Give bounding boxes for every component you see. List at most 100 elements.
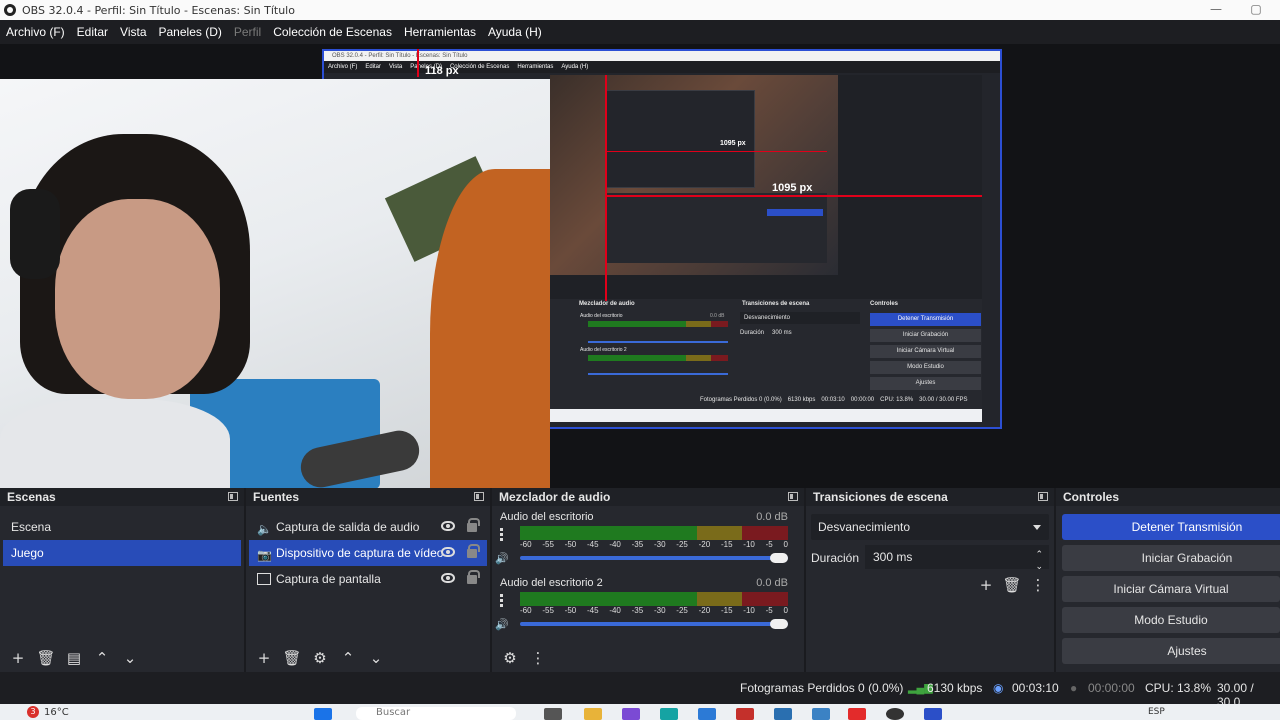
start-recording-button[interactable]: Iniciar Grabación: [1062, 545, 1280, 571]
measure-label-right: 1095 px: [772, 182, 813, 194]
volume-slider-handle[interactable]: [770, 553, 788, 563]
lock-icon[interactable]: [467, 570, 480, 584]
obs-taskbar-icon[interactable]: [886, 708, 904, 720]
menu-editar[interactable]: Editar: [71, 25, 114, 39]
guide-horizontal-small: [605, 151, 827, 152]
kebab-menu-icon[interactable]: [500, 528, 504, 542]
status-bar: Fotogramas Perdidos 0 (0.0%) ▂▄▆ 6130 kb…: [0, 672, 1280, 709]
app-icon[interactable]: [812, 708, 830, 720]
menu-coleccion-escenas[interactable]: Colección de Escenas: [267, 25, 398, 39]
advanced-audio-gear-icon[interactable]: ⚙: [498, 647, 522, 669]
youtube-icon[interactable]: [848, 708, 866, 720]
nested-btn-stream: Detener Transmisión: [870, 313, 981, 326]
settings-button[interactable]: Ajustes: [1062, 638, 1280, 664]
lock-icon[interactable]: [467, 544, 480, 558]
taskbar-search[interactable]: Buscar: [356, 707, 516, 720]
maximize-icon[interactable]: ▢: [1236, 0, 1276, 20]
undock-icon[interactable]: [474, 492, 484, 501]
kebab-menu-icon[interactable]: ⋮: [526, 647, 550, 669]
add-icon[interactable]: +: [974, 574, 998, 596]
nested-status-kbps: 6130 kbps: [787, 397, 816, 403]
trash-icon[interactable]: 🗑: [34, 647, 58, 669]
studio-mode-button[interactable]: Modo Estudio: [1062, 607, 1280, 633]
undock-icon[interactable]: [228, 492, 238, 501]
nested-status-fps: 30.00 / 30.00 FPS: [919, 397, 968, 403]
speaker-icon[interactable]: 🔊: [495, 618, 509, 631]
eye-icon[interactable]: [441, 547, 455, 557]
language-indicator[interactable]: ESP: [1148, 707, 1165, 717]
trash-icon[interactable]: 🗑: [1000, 574, 1024, 596]
gear-icon[interactable]: ⚙: [308, 647, 332, 669]
tick-label: -30: [653, 540, 666, 549]
add-icon[interactable]: +: [6, 647, 30, 669]
add-icon[interactable]: +: [252, 647, 276, 669]
start-virtual-camera-button[interactable]: Iniciar Cámara Virtual: [1062, 576, 1280, 602]
filter-icon[interactable]: ▤: [62, 647, 86, 669]
transition-select[interactable]: Desvanecimiento: [811, 514, 1049, 540]
lock-icon[interactable]: [467, 518, 480, 532]
trash-icon[interactable]: 🗑: [280, 647, 304, 669]
nested-channel-2: Audio del escritorio 2: [580, 347, 627, 353]
tick-label: -40: [609, 606, 621, 615]
tick-label: -55: [542, 540, 554, 549]
stop-streaming-button[interactable]: Detener Transmisión: [1062, 514, 1280, 540]
edge-icon[interactable]: [660, 708, 678, 720]
minimize-icon[interactable]: —: [1196, 0, 1236, 20]
speaker-icon[interactable]: 🔊: [495, 552, 509, 565]
webcam-capture-source[interactable]: [0, 79, 550, 488]
menu-paneles[interactable]: Paneles (D): [153, 25, 228, 39]
task-view-icon[interactable]: [544, 708, 562, 720]
source-label: Captura de pantalla: [276, 572, 381, 586]
guide-vertical: [605, 75, 607, 301]
tick-label: -10: [743, 540, 755, 549]
scene-item-juego[interactable]: Juego: [3, 540, 241, 566]
eye-icon[interactable]: [441, 521, 455, 531]
undock-icon[interactable]: [788, 492, 798, 501]
tick-label: -20: [698, 606, 711, 615]
weather-temperature[interactable]: 16°C: [44, 707, 69, 718]
sources-header: Fuentes: [246, 488, 490, 506]
mixer-header: Mezclador de audio: [492, 488, 804, 506]
app-icon[interactable]: [924, 708, 942, 720]
menu-archivo[interactable]: Archivo (F): [0, 25, 71, 39]
kebab-menu-icon[interactable]: ⋮: [1026, 574, 1050, 596]
nested-menu-item: Herramientas: [517, 64, 554, 70]
preview-canvas[interactable]: OBS 32.0.4 - Perfil: Sin Título - Escena…: [0, 44, 1280, 488]
second-person: [430, 169, 550, 488]
undock-icon[interactable]: [1038, 492, 1048, 501]
source-item-video-capture[interactable]: 📷 Dispositivo de captura de vídeo: [249, 540, 487, 566]
menu-herramientas[interactable]: Herramientas: [398, 25, 482, 39]
source-item-audio-output[interactable]: 🔈 Captura de salida de audio: [249, 514, 487, 540]
sources-list: 🔈 Captura de salida de audio 📷 Dispositivo…: [246, 506, 490, 592]
gmail-icon[interactable]: [736, 708, 754, 720]
app-icon[interactable]: [622, 708, 640, 720]
tick-label: -45: [586, 606, 599, 615]
move-up-icon[interactable]: ⌃: [90, 647, 114, 669]
app-icon[interactable]: [774, 708, 792, 720]
windows-taskbar: 3 16°C Buscar ESP: [0, 704, 1280, 720]
move-down-icon[interactable]: ⌄: [364, 647, 388, 669]
file-explorer-icon[interactable]: [584, 708, 602, 720]
tick-label: -35: [631, 540, 644, 549]
nested-status-dropped: Fotogramas Perdidos 0 (0.0%): [700, 397, 782, 403]
move-up-icon[interactable]: ⌃: [336, 647, 360, 669]
volume-slider[interactable]: [520, 553, 788, 563]
nested-obs-window: Mezclador de audio Transiciones de escen…: [550, 75, 982, 422]
menu-perfil[interactable]: Perfil: [228, 25, 267, 39]
source-item-display-capture[interactable]: Captura de pantalla: [249, 566, 487, 592]
nested-meter-1: [588, 321, 728, 327]
eye-icon[interactable]: [441, 573, 455, 583]
scene-item-escena[interactable]: Escena: [3, 514, 241, 540]
nested-menu-item: Vista: [389, 64, 403, 70]
windows-start-icon[interactable]: [314, 708, 332, 720]
menu-bar: Archivo (F) Editar Vista Paneles (D) Per…: [0, 20, 1280, 44]
vscode-icon[interactable]: [698, 708, 716, 720]
menu-ayuda[interactable]: Ayuda (H): [482, 25, 548, 39]
audio-mixer-dock: Mezclador de audio Audio del escritorio …: [492, 488, 806, 672]
menu-vista[interactable]: Vista: [114, 25, 152, 39]
move-down-icon[interactable]: ⌄: [118, 647, 142, 669]
volume-slider-handle[interactable]: [770, 619, 788, 629]
duration-spinbox[interactable]: 300 ms ⌃ ⌄: [865, 545, 1049, 571]
kebab-menu-icon[interactable]: [500, 594, 504, 608]
volume-slider[interactable]: [520, 619, 788, 629]
